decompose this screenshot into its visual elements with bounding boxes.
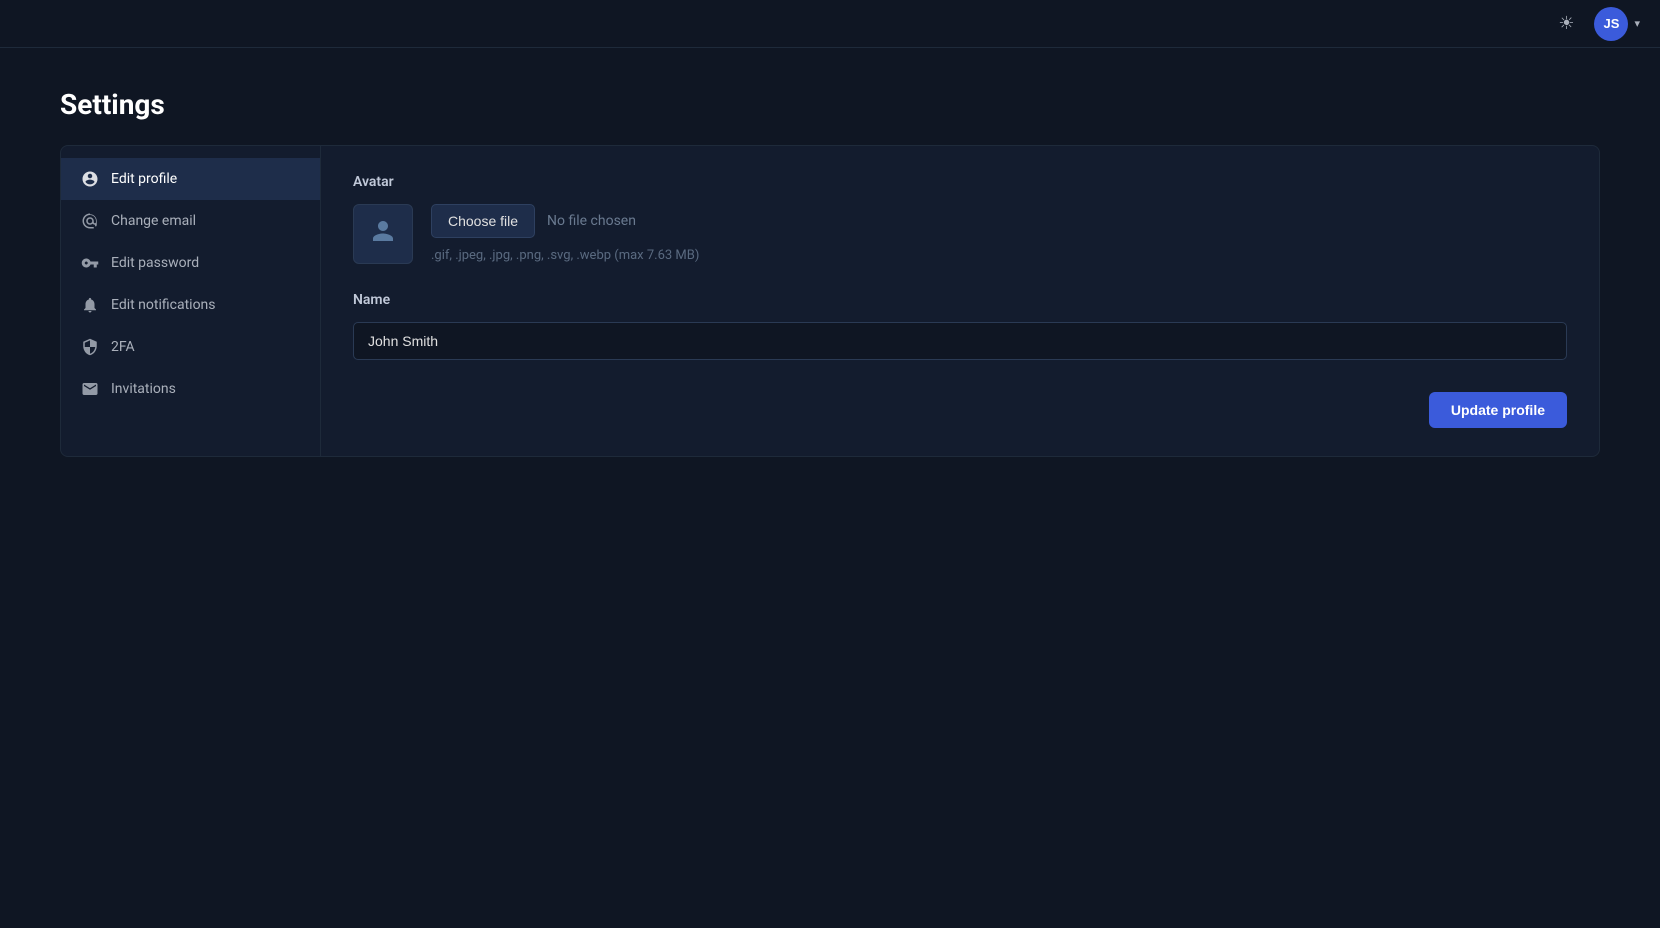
sidebar-item-edit-password[interactable]: Edit password	[61, 242, 320, 284]
sidebar-item-label: Edit notifications	[111, 297, 216, 313]
sidebar-item-invitations[interactable]: Invitations	[61, 368, 320, 410]
theme-toggle-button[interactable]: ☀	[1550, 8, 1582, 40]
content-footer: Update profile	[353, 392, 1567, 428]
no-file-text: No file chosen	[547, 213, 636, 229]
sidebar-item-edit-notifications[interactable]: Edit notifications	[61, 284, 320, 326]
user-menu-button[interactable]: JS ▾	[1594, 7, 1640, 41]
name-input[interactable]	[353, 322, 1567, 360]
avatar-preview	[353, 204, 413, 264]
at-sign-icon	[81, 212, 99, 230]
avatar-label: Avatar	[353, 174, 1567, 190]
avatar: JS	[1594, 7, 1628, 41]
avatar-upload-area: Choose file No file chosen .gif, .jpeg, …	[431, 204, 699, 263]
page-content: Settings Edit profile Change email	[0, 48, 1660, 497]
bell-icon	[81, 296, 99, 314]
choose-file-button[interactable]: Choose file	[431, 204, 535, 238]
chevron-down-icon: ▾	[1634, 17, 1640, 30]
shield-icon	[81, 338, 99, 356]
sidebar-item-label: Edit password	[111, 255, 199, 271]
sidebar-item-label: Edit profile	[111, 171, 177, 187]
name-label: Name	[353, 292, 1567, 308]
sidebar-item-2fa[interactable]: 2FA	[61, 326, 320, 368]
settings-sidebar: Edit profile Change email Edit password	[61, 146, 321, 456]
sidebar-item-label: Invitations	[111, 381, 176, 397]
sidebar-item-label: Change email	[111, 213, 196, 229]
settings-panel: Edit profile Change email Edit password	[60, 145, 1600, 457]
mail-icon	[81, 380, 99, 398]
page-title: Settings	[60, 88, 1600, 121]
topbar: ☀ JS ▾	[0, 0, 1660, 48]
sidebar-item-edit-profile[interactable]: Edit profile	[61, 158, 320, 200]
avatar-placeholder-icon	[368, 216, 398, 253]
file-input-row: Choose file No file chosen	[431, 204, 699, 238]
file-hint: .gif, .jpeg, .jpg, .png, .svg, .webp (ma…	[431, 248, 699, 263]
user-circle-icon	[81, 170, 99, 188]
update-profile-button[interactable]: Update profile	[1429, 392, 1567, 428]
sidebar-item-label: 2FA	[111, 339, 135, 355]
name-section: Name	[353, 292, 1567, 360]
key-icon	[81, 254, 99, 272]
avatar-section: Avatar Choose file No file chosen	[353, 174, 1567, 264]
settings-content: Avatar Choose file No file chosen	[321, 146, 1599, 456]
sidebar-item-change-email[interactable]: Change email	[61, 200, 320, 242]
avatar-row: Choose file No file chosen .gif, .jpeg, …	[353, 204, 1567, 264]
